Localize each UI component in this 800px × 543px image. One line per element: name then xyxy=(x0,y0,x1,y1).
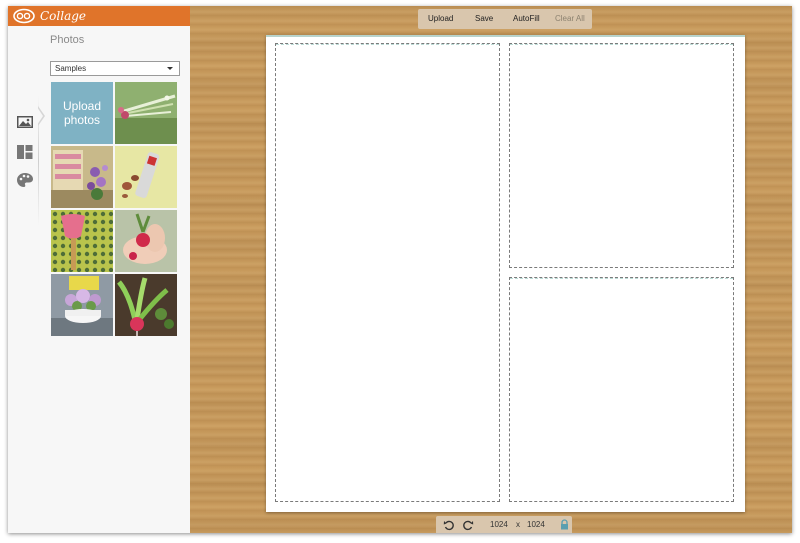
rotate-right-icon[interactable] xyxy=(462,519,474,531)
autofill-button[interactable]: AutoFill xyxy=(513,9,540,29)
rotate-left-icon[interactable] xyxy=(443,519,455,531)
collage-logo-icon xyxy=(13,8,35,24)
tulip-bundle-photo xyxy=(115,82,177,144)
sidebar: Collage Photos Samples Upload photos xyxy=(8,6,190,533)
layout-icon xyxy=(17,145,33,159)
photo-source-value: Samples xyxy=(55,64,87,73)
top-right-cell[interactable] xyxy=(509,43,734,268)
palette-icon xyxy=(17,173,33,187)
image-icon xyxy=(17,116,33,128)
photo-source-select[interactable]: Samples xyxy=(50,61,180,76)
photo-thumbnail[interactable] xyxy=(115,210,177,272)
photo-thumbnail[interactable] xyxy=(115,146,177,208)
photo-thumbnail[interactable] xyxy=(51,210,113,272)
canvas-width[interactable]: 1024 xyxy=(490,516,508,533)
bottom-right-cell[interactable] xyxy=(509,277,734,502)
rail-design-button[interactable] xyxy=(16,172,34,188)
photo-thumbnail[interactable] xyxy=(115,82,177,144)
size-separator: x xyxy=(516,520,520,529)
top-toolbar: Upload Save AutoFill Clear All xyxy=(418,9,592,29)
pink-trowel-photo xyxy=(51,210,113,272)
radish-in-hands-photo xyxy=(115,210,177,272)
photo-thumbnail[interactable] xyxy=(51,274,113,336)
collage-app-window: Collage Photos Samples Upload photos Upl… xyxy=(8,6,792,533)
radish-sprout-photo xyxy=(115,274,177,336)
size-bar: 1024 x 1024 xyxy=(436,516,572,533)
lock-icon[interactable] xyxy=(560,519,569,530)
garden-chair-flowers-photo xyxy=(51,146,113,208)
collage-canvas xyxy=(266,35,745,512)
tool-rail xyxy=(8,26,45,533)
save-button[interactable]: Save xyxy=(475,9,493,29)
rail-active-pointer xyxy=(37,106,45,126)
upload-photos-tile[interactable]: Upload photos xyxy=(51,82,113,144)
upload-button[interactable]: Upload xyxy=(428,9,453,29)
canvas-workspace: Upload Save AutoFill Clear All 1024 x 10… xyxy=(190,6,792,533)
rail-layouts-button[interactable] xyxy=(16,144,34,160)
left-tall-cell[interactable] xyxy=(275,43,500,502)
chevron-down-icon xyxy=(167,67,173,70)
upload-photos-label: Upload photos xyxy=(62,99,102,127)
photo-grid: Upload photos xyxy=(51,82,177,336)
canvas-top-edge xyxy=(266,35,745,37)
rail-photos-button[interactable] xyxy=(16,114,34,130)
flower-planter-photo xyxy=(51,274,113,336)
seed-packet-photo xyxy=(115,146,177,208)
photo-thumbnail[interactable] xyxy=(51,146,113,208)
canvas-height[interactable]: 1024 xyxy=(527,516,545,533)
clear-all-button[interactable]: Clear All xyxy=(555,9,585,29)
panel-title: Photos xyxy=(50,34,85,46)
brand-name: Collage xyxy=(40,9,87,23)
brand-bar: Collage xyxy=(8,6,190,26)
photo-thumbnail[interactable] xyxy=(115,274,177,336)
